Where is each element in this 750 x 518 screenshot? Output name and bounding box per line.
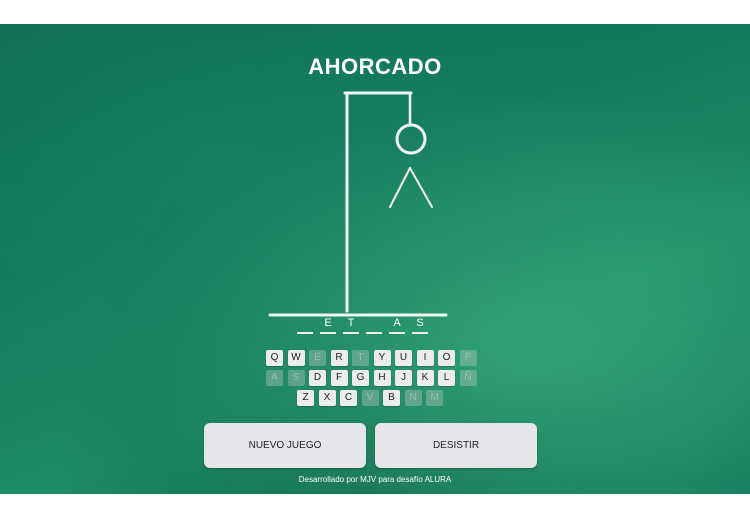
key-w[interactable]: W [287, 350, 305, 366]
key-u[interactable]: U [395, 350, 412, 366]
key-r[interactable]: R [330, 350, 348, 366]
key-d[interactable]: D [309, 370, 326, 386]
hangman-head [395, 123, 427, 155]
hangman-left-leg [389, 167, 411, 208]
key-l[interactable]: L [438, 370, 455, 386]
key-z[interactable]: Z [297, 390, 314, 406]
key-q[interactable]: Q [266, 350, 283, 366]
key-c[interactable]: C [340, 390, 357, 406]
key-m[interactable]: M [426, 390, 443, 406]
letter-slot [366, 316, 382, 334]
key-j[interactable]: J [395, 370, 412, 386]
key-x[interactable]: X [318, 390, 336, 406]
key-b[interactable]: B [383, 390, 400, 406]
hangman-right-leg [409, 167, 433, 208]
key-i[interactable]: I [416, 350, 434, 366]
footer-credit: Desarrollado por MJV para desafío ALURA [298, 475, 452, 484]
key-f[interactable]: F [330, 370, 348, 386]
word-slots: ET AS [297, 316, 447, 334]
give-up-button[interactable]: DESISTIR [375, 423, 537, 468]
key-s[interactable]: S [287, 370, 305, 386]
key-v[interactable]: V [361, 390, 379, 406]
key-ñ[interactable]: Ñ [459, 370, 477, 386]
key-n[interactable]: N [404, 390, 422, 406]
key-h[interactable]: H [373, 370, 391, 386]
key-k[interactable]: K [416, 370, 434, 386]
letter-slot: T [343, 316, 359, 334]
key-o[interactable]: O [438, 350, 455, 366]
letter-slot: A [389, 316, 405, 334]
key-g[interactable]: G [352, 370, 369, 386]
key-y[interactable]: Y [373, 350, 391, 366]
key-a[interactable]: A [266, 370, 283, 386]
key-e[interactable]: E [309, 350, 326, 366]
letter-slot [297, 316, 313, 334]
letter-slot: E [320, 316, 336, 334]
key-p[interactable]: P [459, 350, 477, 366]
key-t[interactable]: T [352, 350, 369, 366]
new-game-button[interactable]: NUEVO JUEGO [204, 423, 366, 468]
letter-slot: S [412, 316, 428, 334]
